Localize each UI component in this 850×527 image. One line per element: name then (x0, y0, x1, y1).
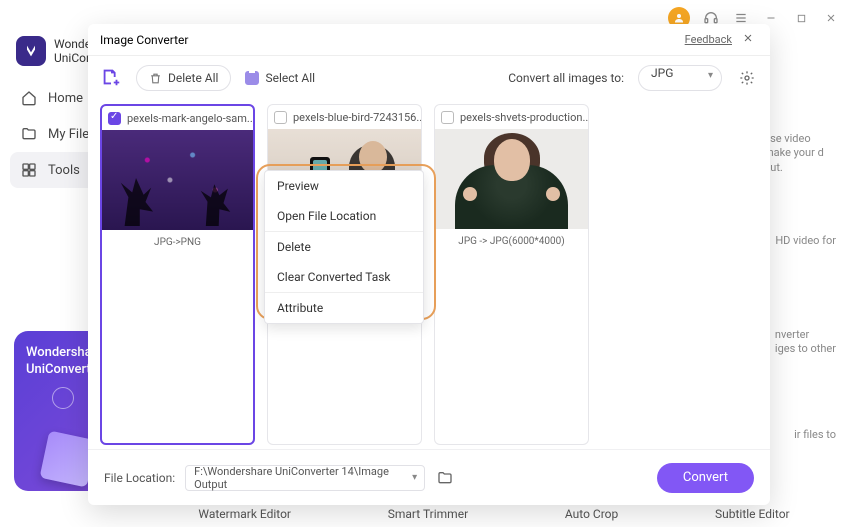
modal-title: Image Converter (100, 33, 189, 47)
tool-trimmer[interactable]: Smart Trimmer (388, 507, 468, 521)
bg-text-3: nverteriges to other (775, 328, 836, 357)
ctx-delete[interactable]: Delete (265, 232, 423, 262)
folder-icon (20, 125, 38, 143)
file-location-select[interactable]: F:\Wondershare UniConverter 14\Image Out… (185, 465, 425, 491)
select-all-label: Select All (265, 71, 315, 85)
context-menu: Preview Open File Location Delete Clear … (264, 170, 424, 324)
tool-autocrop[interactable]: Auto Crop (565, 507, 618, 521)
convert-button[interactable]: Convert (657, 463, 754, 493)
image-card[interactable]: pexels-shvets-production... JPG -> JPG(6… (434, 104, 589, 445)
nav-home-label: Home (48, 91, 83, 106)
select-all-toggle[interactable]: Select All (245, 71, 315, 85)
delete-all-button[interactable]: Delete All (136, 65, 231, 91)
brand-logo-icon (16, 36, 46, 66)
card-checkbox[interactable] (108, 112, 121, 125)
format-select[interactable]: JPG (638, 65, 722, 91)
card-filename: pexels-mark-angelo-sam... (127, 112, 253, 125)
tools-icon (20, 161, 38, 179)
card-thumbnail (102, 130, 253, 230)
bg-text-2: HD video for (775, 234, 836, 248)
home-icon (20, 89, 38, 107)
open-folder-button[interactable] (435, 468, 455, 488)
bottom-tools: Watermark Editor Smart Trimmer Auto Crop… (150, 507, 838, 521)
ctx-clear-converted[interactable]: Clear Converted Task (265, 262, 423, 292)
card-filename: pexels-blue-bird-7243156... (293, 111, 421, 124)
ctx-preview[interactable]: Preview (265, 171, 423, 201)
card-filename: pexels-shvets-production... (460, 111, 588, 124)
image-converter-modal: Image Converter Feedback Delete All Sele… (88, 24, 770, 505)
select-all-checkbox[interactable] (245, 71, 259, 85)
tool-subtitle[interactable]: Subtitle Editor (715, 507, 790, 521)
image-card[interactable]: pexels-mark-angelo-sam... JPG->PNG (100, 104, 255, 445)
card-format: JPG->PNG (102, 230, 253, 254)
card-format: JPG -> JPG(6000*4000) (435, 229, 588, 253)
file-location-label: File Location: (104, 471, 175, 485)
modal-close-button[interactable] (742, 32, 758, 47)
trash-icon (149, 72, 162, 85)
bg-text-1: use video make your d out. (764, 132, 836, 175)
settings-button[interactable] (736, 67, 758, 89)
maximize-button[interactable] (792, 9, 810, 27)
add-image-button[interactable] (100, 66, 122, 91)
bg-text-4: ir files to (794, 428, 836, 442)
promo-decor-icon (52, 387, 74, 409)
card-checkbox[interactable] (274, 111, 287, 124)
convert-to-label: Convert all images to: (508, 71, 624, 85)
card-thumbnail (435, 129, 588, 229)
close-button[interactable] (822, 9, 840, 27)
ctx-attribute[interactable]: Attribute (265, 293, 423, 323)
delete-all-label: Delete All (168, 71, 218, 85)
nav-tools-label: Tools (48, 163, 80, 178)
ctx-open-location[interactable]: Open File Location (265, 201, 423, 231)
tool-watermark[interactable]: Watermark Editor (198, 507, 291, 521)
card-checkbox[interactable] (441, 111, 454, 124)
feedback-link[interactable]: Feedback (685, 33, 732, 46)
